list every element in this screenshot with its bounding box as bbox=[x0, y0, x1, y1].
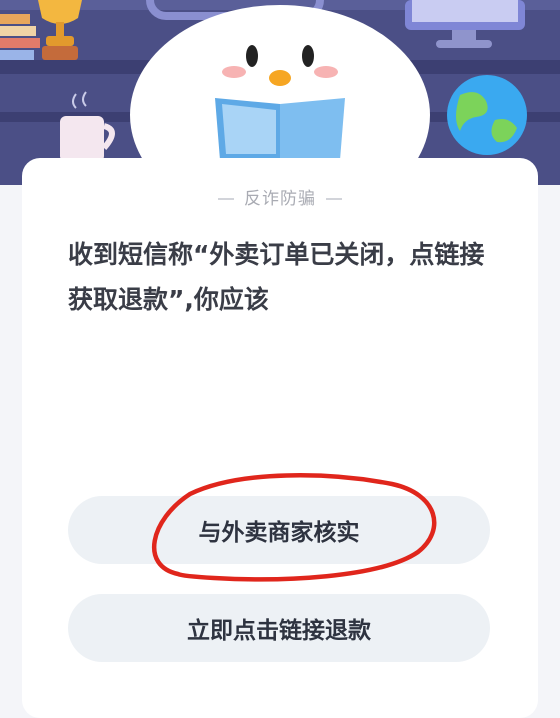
section-label-text: 反诈防骗 bbox=[244, 189, 316, 209]
question-text: 收到短信称“外卖订单已关闭，点链接获取退款”,你应该 bbox=[68, 240, 485, 314]
answer-option-1[interactable]: 与外卖商家核实 bbox=[68, 496, 490, 564]
mug-icon bbox=[60, 91, 115, 162]
section-label: 反诈防骗 bbox=[22, 184, 538, 209]
question-card: 反诈防骗 收到短信称“外卖订单已关闭，点链接获取退款”,你应该 与外卖商家核实 … bbox=[22, 158, 538, 718]
dash-right bbox=[326, 198, 342, 200]
globe-icon bbox=[447, 75, 527, 155]
answer-option-2[interactable]: 立即点击链接退款 bbox=[68, 594, 490, 662]
monitor-icon bbox=[405, 0, 525, 48]
books-icon bbox=[0, 14, 30, 24]
dash-left bbox=[218, 198, 234, 200]
trophy-icon bbox=[38, 0, 82, 60]
